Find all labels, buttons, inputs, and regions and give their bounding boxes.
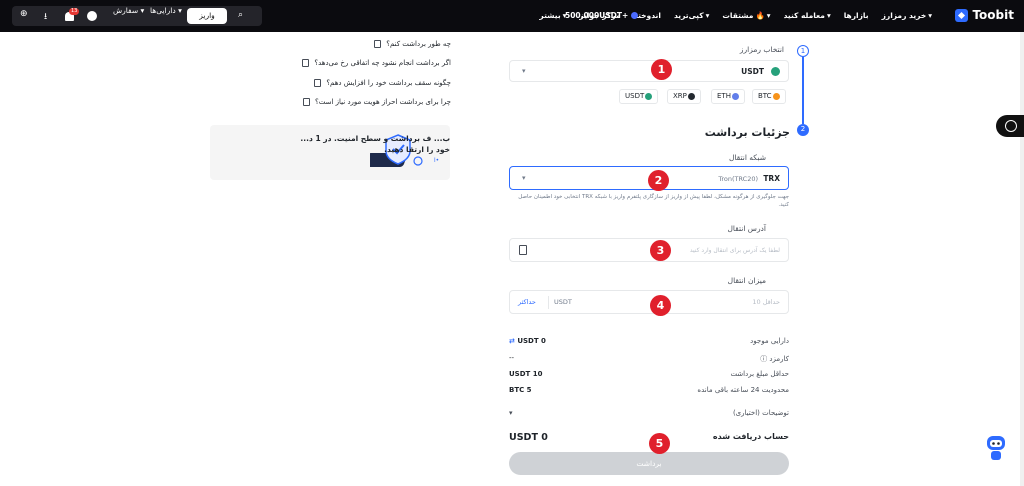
coin-chip-eth[interactable]: ETH xyxy=(711,89,745,104)
nav-derivatives[interactable]: مشتقات 🔥 ▾ xyxy=(722,11,770,20)
network-label: شبکه انتقال xyxy=(728,153,766,162)
coin-chip-btc[interactable]: BTC xyxy=(752,89,786,104)
bonus-balance[interactable]: 500,000USDT+ xyxy=(565,11,639,20)
fire-icon: 🔥 xyxy=(755,11,765,20)
step-rail xyxy=(802,57,804,124)
btc-icon xyxy=(772,92,780,100)
min-withdraw-row: حداقل مبلغ برداشت USDT 10 xyxy=(509,370,789,378)
chevron-down-icon: ▾ xyxy=(509,409,513,417)
search-icon[interactable]: ⌕ xyxy=(238,10,243,20)
marker-4: 4 xyxy=(650,295,671,316)
marker-5: 5 xyxy=(649,433,670,454)
promo-text: ب... ف برداشت و سطح امنیت. در 1 د... خود… xyxy=(300,134,450,154)
usdt-chip-icon xyxy=(645,92,653,100)
deposit-button[interactable]: واریز xyxy=(187,8,227,24)
security-promo-card[interactable]: ب... ف برداشت و سطح امنیت. در 1 د... خود… xyxy=(210,125,450,180)
marker-1: 1 xyxy=(651,59,672,80)
user-icon[interactable] xyxy=(87,11,97,21)
notification-count: 13 xyxy=(69,8,80,15)
download-icon[interactable]: ⭳ xyxy=(44,9,47,25)
daily-limit-row: محدودیت 24 ساعته باقی مانده BTC 5 xyxy=(509,386,789,394)
address-placeholder: لطفا یک آدرس برای انتقال وارد کنید xyxy=(689,247,780,254)
faq-item[interactable]: چرا برای برداشت احراز هویت مورد نیاز است… xyxy=(303,98,451,106)
orders-menu[interactable]: سفارش ▾ xyxy=(113,6,144,15)
faq-item[interactable]: اگر برداشت انجام نشود چه اتفاقی رخ می‌ده… xyxy=(302,59,451,67)
brand-logo[interactable]: Toobit xyxy=(955,8,1014,22)
usdt-icon xyxy=(771,67,780,76)
amount-unit: USDT xyxy=(554,298,572,306)
marker-3: 3 xyxy=(650,240,671,261)
promo-link[interactable]: ا• xyxy=(434,157,439,164)
info-circle-icon xyxy=(1005,120,1017,132)
toobit-logo-icon xyxy=(955,8,969,22)
transfer-icon[interactable]: ⇄ xyxy=(509,337,515,345)
brand-name: Toobit xyxy=(972,8,1014,22)
chevron-down-icon: ▾ xyxy=(522,67,526,75)
chevron-down-icon: ▾ xyxy=(522,174,526,182)
choose-coin-label: انتخاب رمزارز xyxy=(739,45,784,54)
selected-coin: USDT xyxy=(741,67,764,76)
divider xyxy=(548,296,549,309)
step-1-indicator: 1 xyxy=(797,45,809,57)
document-icon xyxy=(302,59,310,67)
assets-menu[interactable]: دارایی‌ها ▾ xyxy=(150,6,182,15)
amount-input[interactable]: حداقل 10 USDT حداکثر xyxy=(509,290,789,314)
coin-select[interactable]: ▾ USDT xyxy=(509,60,789,82)
amount-placeholder: حداقل 10 xyxy=(752,298,780,306)
network-note: جهت جلوگیری از هرگونه مشکل، لطفا پیش از … xyxy=(518,194,789,208)
address-input[interactable]: لطفا یک آدرس برای انتقال وارد کنید xyxy=(509,238,789,262)
fee-row: کارمزد ⓘ -- xyxy=(509,354,789,363)
address-label: آدرس انتقال xyxy=(727,224,766,233)
nav-copy-trade[interactable]: کپی‌ترید ▾ xyxy=(674,11,709,20)
faq-item[interactable]: چه طور برداشت کنم؟ xyxy=(374,40,451,48)
network-value: TRX xyxy=(763,174,780,183)
coin-chip-xrp[interactable]: XRP xyxy=(667,89,701,104)
scrollbar[interactable] xyxy=(1020,32,1024,486)
withdraw-details-title: جزئیات برداشت xyxy=(704,126,790,139)
network-sub: Tron(TRC20) xyxy=(718,175,758,183)
remark-toggle[interactable]: توضیحات (اختیاری) ▾ xyxy=(509,409,789,421)
withdraw-button[interactable]: برداشت xyxy=(509,452,789,475)
nav-trade[interactable]: معامله کنید ▾ xyxy=(784,11,831,20)
document-icon xyxy=(303,98,311,106)
document-icon xyxy=(314,79,322,87)
faq-item[interactable]: چگونه سقف برداشت خود را افزایش دهم؟ xyxy=(314,79,451,87)
info-icon[interactable]: ⓘ xyxy=(760,355,767,363)
nav-buy-crypto[interactable]: خرید رمزارز ▾ xyxy=(882,11,932,20)
step-2-indicator: 2 xyxy=(797,124,809,136)
xrp-icon xyxy=(687,92,695,100)
max-button[interactable]: حداکثر xyxy=(518,298,536,306)
support-bot-icon[interactable] xyxy=(984,432,1008,462)
side-panel-toggle[interactable] xyxy=(996,115,1024,137)
address-book-icon[interactable] xyxy=(519,245,527,255)
nav-more[interactable]: بیشتر ▾ xyxy=(539,11,566,20)
globe-icon[interactable]: ⊕ xyxy=(20,9,28,19)
bonus-icon xyxy=(631,12,639,19)
coin-chip-usdt[interactable]: USDT xyxy=(619,89,659,104)
amount-label: میزان انتقال xyxy=(727,276,766,285)
document-icon xyxy=(374,40,382,48)
nav-markets[interactable]: بازارها xyxy=(844,11,869,20)
eth-icon xyxy=(731,92,739,100)
available-row: دارایی موجود ⇄ USDT 0 xyxy=(509,337,789,345)
marker-2: 2 xyxy=(648,170,669,191)
